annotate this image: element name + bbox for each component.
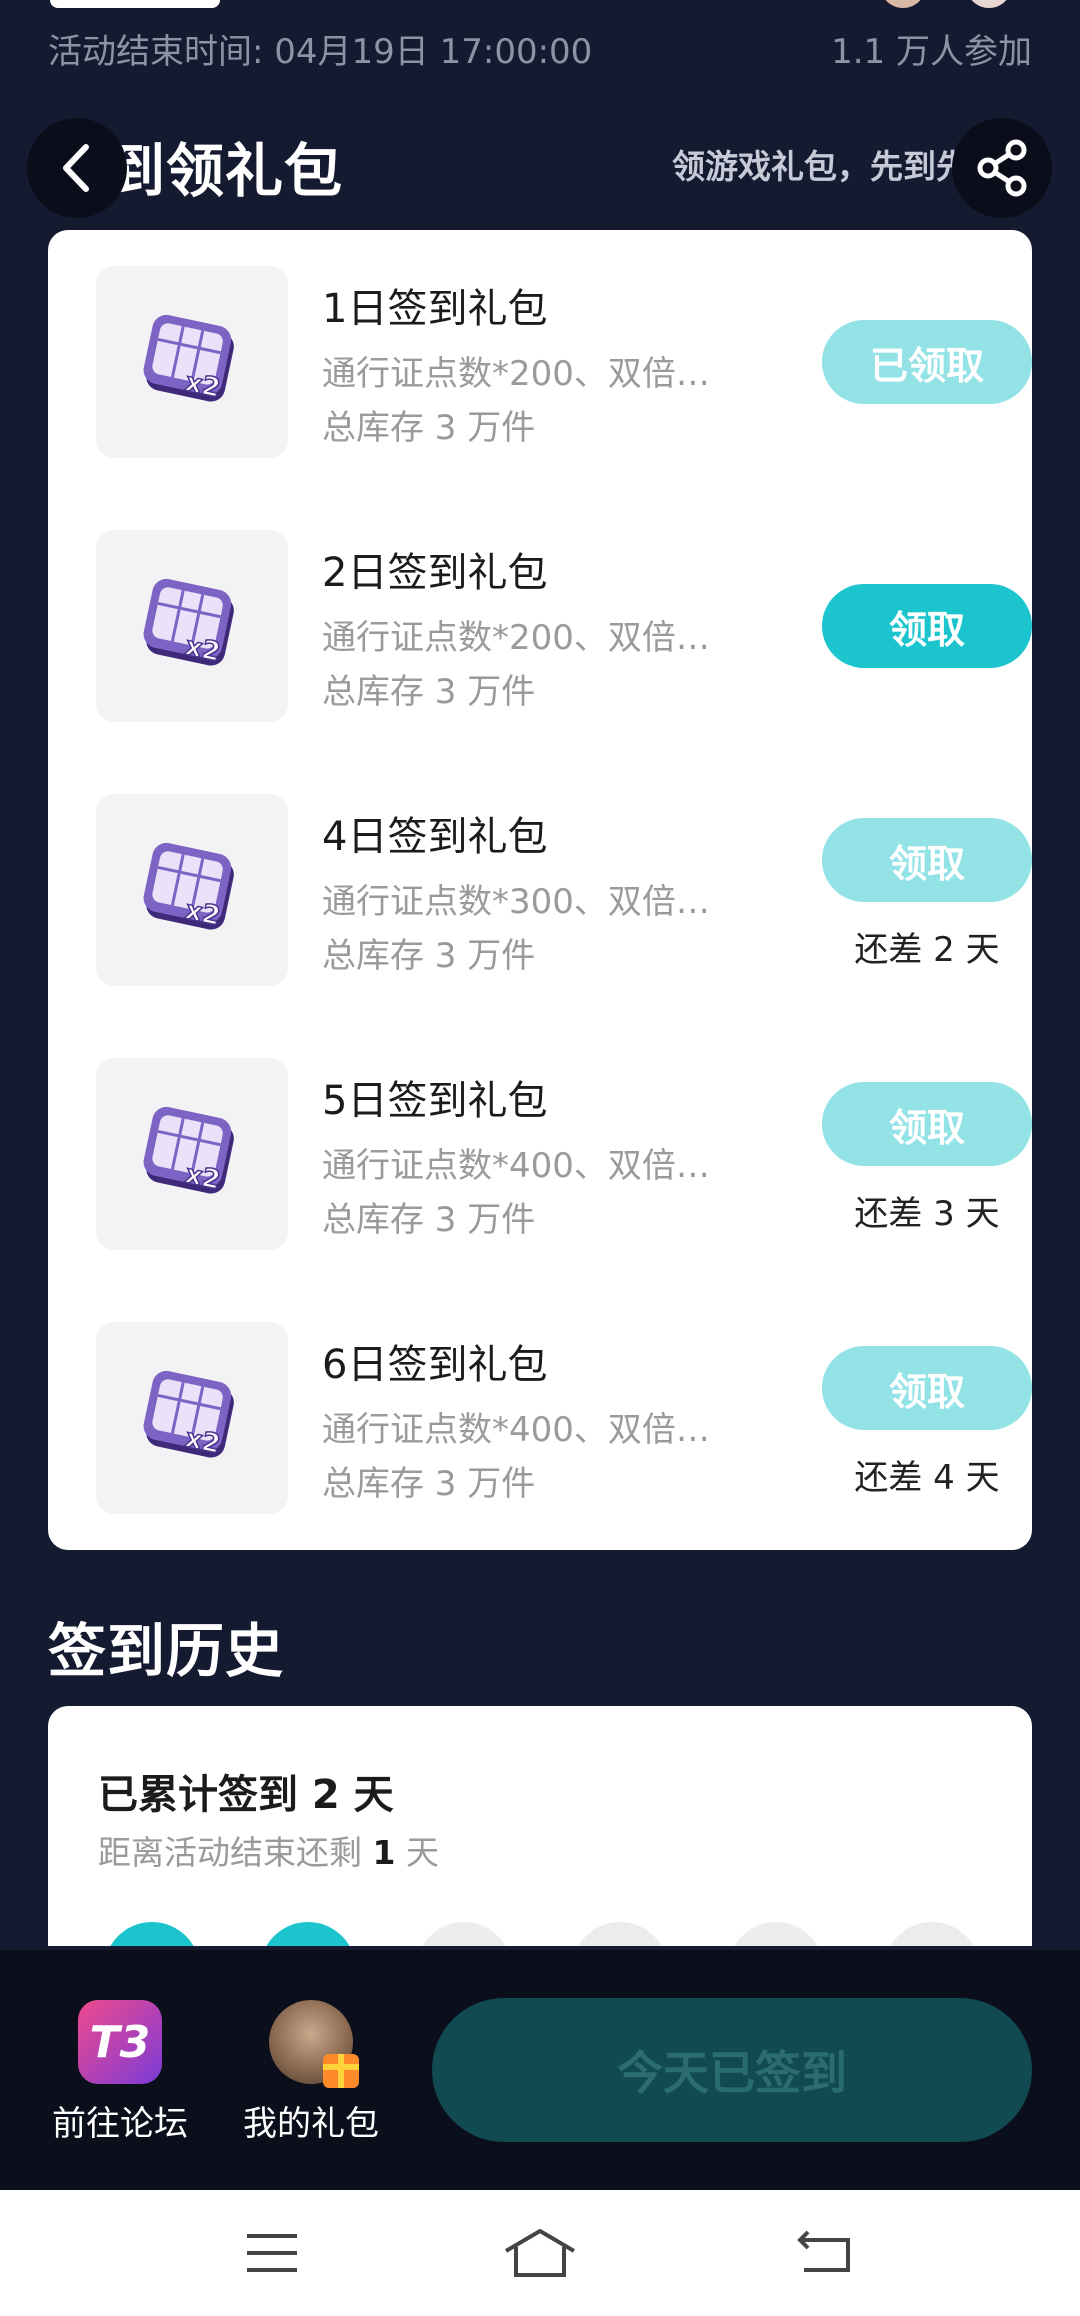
share-icon bbox=[977, 139, 1027, 197]
history-card: 已累计签到 2 天 距离活动结束还剩 1 天 bbox=[48, 1706, 1032, 1946]
day-marker bbox=[572, 1922, 668, 1946]
gift-title: 1日签到礼包 bbox=[322, 286, 548, 332]
gift-stock: 总库存 3 万件 bbox=[322, 1464, 536, 1504]
back-button[interactable] bbox=[27, 118, 127, 218]
gift-row-day2: x2 2日签到礼包 通行证点数*200、双倍… 总库存 3 万件 领取 bbox=[96, 530, 1032, 722]
days-remaining: 还差 4 天 bbox=[854, 1458, 1000, 1498]
user-avatar bbox=[269, 2000, 359, 2088]
pass-ticket-x2-icon: x2 bbox=[143, 1370, 234, 1461]
gift-thumbnail: x2 bbox=[96, 1322, 288, 1514]
gift-thumbnail: x2 bbox=[96, 1058, 288, 1250]
days-remaining: 还差 2 天 bbox=[854, 930, 1000, 970]
gift-title: 5日签到礼包 bbox=[322, 1078, 548, 1124]
gift-thumbnail: x2 bbox=[96, 794, 288, 986]
nav-back-button[interactable] bbox=[785, 2218, 865, 2288]
svg-text:x2: x2 bbox=[183, 367, 223, 404]
day-marker-signed bbox=[260, 1922, 356, 1946]
pass-ticket-x2-icon: x2 bbox=[143, 314, 234, 405]
gift-title: 2日签到礼包 bbox=[322, 550, 548, 596]
gift-title: 6日签到礼包 bbox=[322, 1342, 548, 1388]
gift-row-day4: x2 4日签到礼包 通行证点数*300、双倍… 总库存 3 万件 领取 还差 2… bbox=[96, 794, 1032, 986]
gift-stock: 总库存 3 万件 bbox=[322, 408, 536, 448]
forum-logo-text: T3 bbox=[89, 2016, 151, 2068]
gift-list-card: x2 1日签到礼包 通行证点数*200、双倍… 总库存 3 万件 已领取 x2 bbox=[48, 230, 1032, 1550]
gift-row-day1: x2 1日签到礼包 通行证点数*200、双倍… 总库存 3 万件 已领取 bbox=[96, 266, 1032, 458]
pass-ticket-x2-icon: x2 bbox=[143, 842, 234, 933]
gift-description: 通行证点数*400、双倍… bbox=[322, 1146, 710, 1186]
claim-button[interactable]: 领取 bbox=[822, 1346, 1032, 1430]
claimed-button[interactable]: 已领取 bbox=[822, 320, 1032, 404]
pass-ticket-x2-icon: x2 bbox=[143, 1106, 234, 1197]
gift-description: 通行证点数*200、双倍… bbox=[322, 618, 710, 658]
activity-end-time: 活动结束时间: 04月19日 17:00:00 bbox=[48, 32, 593, 72]
svg-text:x2: x2 bbox=[183, 631, 223, 668]
participant-count: 1.1 万人参加 bbox=[831, 32, 1032, 72]
system-nav-bar bbox=[0, 2190, 1080, 2316]
activity-info-strip: 活动结束时间: 04月19日 17:00:00 1.1 万人参加 bbox=[0, 0, 1080, 80]
svg-text:x2: x2 bbox=[183, 1159, 223, 1196]
participant-avatar bbox=[880, 0, 926, 8]
menu-icon bbox=[247, 2234, 297, 2272]
history-total-days: 已累计签到 2 天 bbox=[98, 1772, 394, 1818]
signed-today-button[interactable]: 今天已签到 bbox=[432, 1998, 1032, 2142]
history-section-title: 签到历史 bbox=[48, 1617, 285, 1685]
day-marker bbox=[728, 1922, 824, 1946]
forum-app-icon: T3 bbox=[78, 2000, 162, 2084]
forum-label: 前往论坛 bbox=[52, 2104, 188, 2144]
gift-row-day5: x2 5日签到礼包 通行证点数*400、双倍… 总库存 3 万件 领取 还差 3… bbox=[96, 1058, 1032, 1250]
home-icon bbox=[504, 2229, 576, 2277]
history-days-left: 距离活动结束还剩 1 天 bbox=[98, 1833, 439, 1872]
my-gifts-label: 我的礼包 bbox=[243, 2104, 379, 2144]
gift-thumbnail: x2 bbox=[96, 266, 288, 458]
claim-button[interactable]: 领取 bbox=[822, 584, 1032, 668]
share-button[interactable] bbox=[952, 118, 1052, 218]
chevron-left-icon bbox=[63, 144, 89, 192]
gift-badge-icon bbox=[323, 2054, 359, 2088]
day-marker-signed bbox=[104, 1922, 200, 1946]
gift-row-day6: x2 6日签到礼包 通行证点数*400、双倍… 总库存 3 万件 领取 还差 4… bbox=[96, 1322, 1032, 1514]
gift-stock: 总库存 3 万件 bbox=[322, 672, 536, 712]
gift-stock: 总库存 3 万件 bbox=[322, 936, 536, 976]
svg-text:x2: x2 bbox=[183, 1423, 223, 1460]
gift-thumbnail: x2 bbox=[96, 530, 288, 722]
top-tag bbox=[50, 0, 220, 8]
back-icon bbox=[797, 2230, 850, 2272]
day-marker bbox=[416, 1922, 512, 1946]
participant-avatar bbox=[966, 0, 1012, 8]
gift-description: 通行证点数*400、双倍… bbox=[322, 1410, 710, 1450]
pass-ticket-x2-icon: x2 bbox=[143, 578, 234, 669]
my-gifts-button[interactable]: 我的礼包 bbox=[236, 2000, 386, 2145]
claim-button[interactable]: 领取 bbox=[822, 1082, 1032, 1166]
gift-description: 通行证点数*200、双倍… bbox=[322, 354, 710, 394]
nav-home-button[interactable] bbox=[500, 2218, 580, 2288]
claim-button[interactable]: 领取 bbox=[822, 818, 1032, 902]
gift-description: 通行证点数*300、双倍… bbox=[322, 882, 710, 922]
bottom-action-bar: T3 前往论坛 我的礼包 今天已签到 bbox=[0, 1950, 1080, 2190]
go-to-forum-button[interactable]: T3 前往论坛 bbox=[45, 2000, 195, 2145]
day-marker bbox=[884, 1922, 980, 1946]
gift-title: 4日签到礼包 bbox=[322, 814, 548, 860]
nav-menu-button[interactable] bbox=[232, 2218, 312, 2288]
days-remaining: 还差 3 天 bbox=[854, 1194, 1000, 1234]
gift-stock: 总库存 3 万件 bbox=[322, 1200, 536, 1240]
svg-text:x2: x2 bbox=[183, 895, 223, 932]
